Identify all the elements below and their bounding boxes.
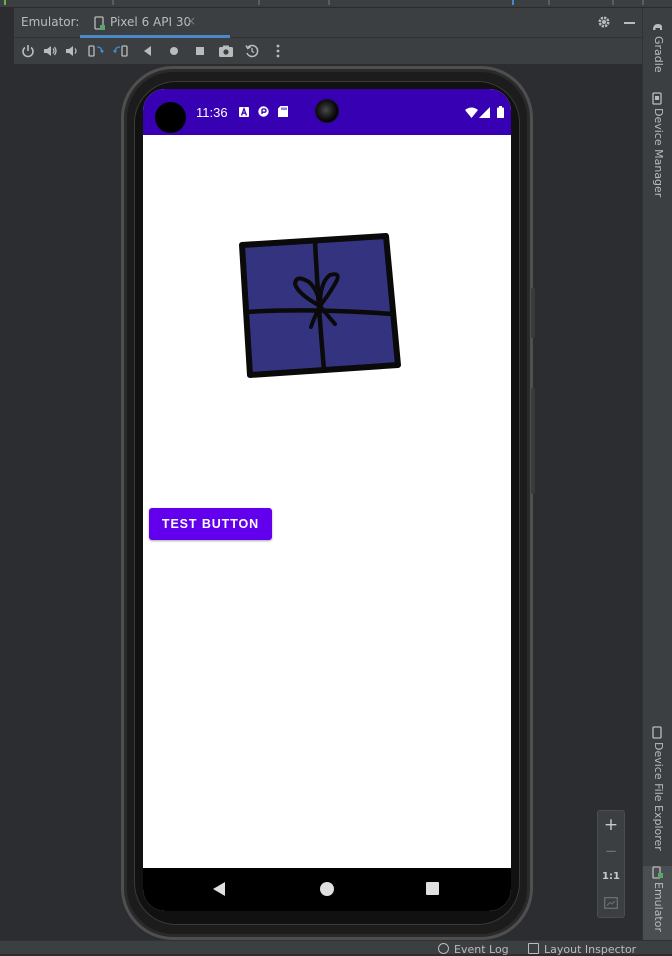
right-tool-sidebar: Gradle Device Manager Device File Explor… — [642, 8, 672, 940]
sync-icon — [258, 106, 269, 117]
test-button[interactable]: TEST BUTTON — [149, 508, 272, 540]
front-camera-cutout — [155, 102, 186, 133]
device-icon — [94, 16, 105, 30]
sidebar-tab-gradle[interactable]: Gradle — [643, 20, 672, 90]
tab-pixel-6-api-30[interactable]: Pixel 6 API 30 × — [80, 8, 230, 38]
gear-icon[interactable] — [596, 14, 612, 30]
layout-inspector-label: Layout Inspector — [544, 943, 637, 956]
device-screen[interactable]: 11:36 TEST BUTTON — [143, 89, 511, 911]
event-log-icon — [438, 943, 449, 954]
sidebar-tab-device-file-explorer[interactable]: Device File Explorer — [643, 726, 672, 856]
status-time: 11:36 — [196, 105, 228, 120]
gift-box-icon — [239, 233, 401, 378]
divider — [112, 0, 114, 5]
sd-card-icon — [278, 106, 288, 117]
device-manager-icon — [652, 92, 662, 105]
sidebar-tab-label: Device Manager — [652, 108, 665, 198]
back-icon[interactable] — [140, 43, 156, 59]
home-icon[interactable] — [166, 43, 182, 59]
emulator-label: Emulator: — [21, 15, 80, 29]
zoom-out-button[interactable]: − — [598, 842, 624, 860]
zoom-actual-size-button[interactable]: 1:1 — [598, 871, 624, 882]
close-icon[interactable]: × — [186, 14, 196, 28]
wifi-icon — [465, 107, 478, 118]
sidebar-tab-label: Emulator — [652, 882, 665, 932]
sidebar-tab-device-manager[interactable]: Device Manager — [643, 92, 672, 202]
event-log-label: Event Log — [454, 943, 509, 956]
device-power-button[interactable] — [531, 288, 535, 338]
tab-title: Pixel 6 API 30 — [110, 15, 192, 29]
emulator-tool-window: Emulator: Pixel 6 API 30 × — [14, 8, 642, 64]
ide-bottom-bar: Event Log Layout Inspector — [0, 940, 672, 956]
nav-recents-icon[interactable] — [426, 882, 439, 895]
more-icon[interactable] — [270, 43, 286, 59]
zoom-in-button[interactable]: + — [598, 815, 624, 835]
zoom-fit-icon[interactable] — [604, 897, 618, 909]
sidebar-tab-emulator[interactable]: Emulator — [643, 866, 672, 940]
android-status-bar: 11:36 — [143, 89, 511, 135]
emulator-tab-row: Emulator: Pixel 6 API 30 × — [14, 8, 642, 38]
sidebar-tab-label: Device File Explorer — [652, 742, 665, 851]
device-file-explorer-icon — [652, 726, 662, 739]
overview-icon[interactable] — [192, 43, 208, 59]
volume-up-icon[interactable] — [42, 43, 58, 59]
event-log-tab[interactable]: Event Log — [438, 943, 509, 956]
snapshot-icon[interactable] — [244, 43, 260, 59]
sidebar-tab-label: Gradle — [652, 36, 665, 73]
gradle-icon — [653, 24, 662, 30]
device-volume-rocker[interactable] — [531, 388, 535, 494]
nav-back-icon[interactable] — [213, 882, 225, 896]
emulator-icon — [652, 866, 663, 879]
volume-down-icon[interactable] — [64, 43, 80, 59]
nav-home-icon[interactable] — [320, 882, 334, 896]
android-nav-bar — [143, 868, 511, 911]
rotate-left-icon[interactable] — [88, 43, 104, 59]
power-icon[interactable] — [20, 43, 36, 59]
divider — [642, 0, 644, 5]
divider — [612, 0, 614, 5]
minimize-icon[interactable] — [624, 22, 635, 24]
divider — [258, 0, 260, 5]
rotate-right-icon[interactable] — [113, 43, 129, 59]
layout-inspector-icon — [528, 943, 539, 954]
ide-top-strip — [0, 0, 672, 8]
a-icon — [239, 107, 249, 117]
status-mark — [4, 0, 6, 5]
emulator-toolbar — [14, 39, 642, 64]
divider — [512, 0, 514, 5]
signal-icon — [479, 107, 490, 118]
front-camera — [316, 100, 338, 122]
zoom-controls: + − 1:1 — [597, 810, 625, 918]
divider — [548, 0, 550, 5]
layout-inspector-tab[interactable]: Layout Inspector — [528, 943, 636, 956]
battery-icon — [497, 106, 504, 118]
screenshot-icon[interactable] — [218, 43, 234, 59]
divider — [328, 0, 330, 5]
